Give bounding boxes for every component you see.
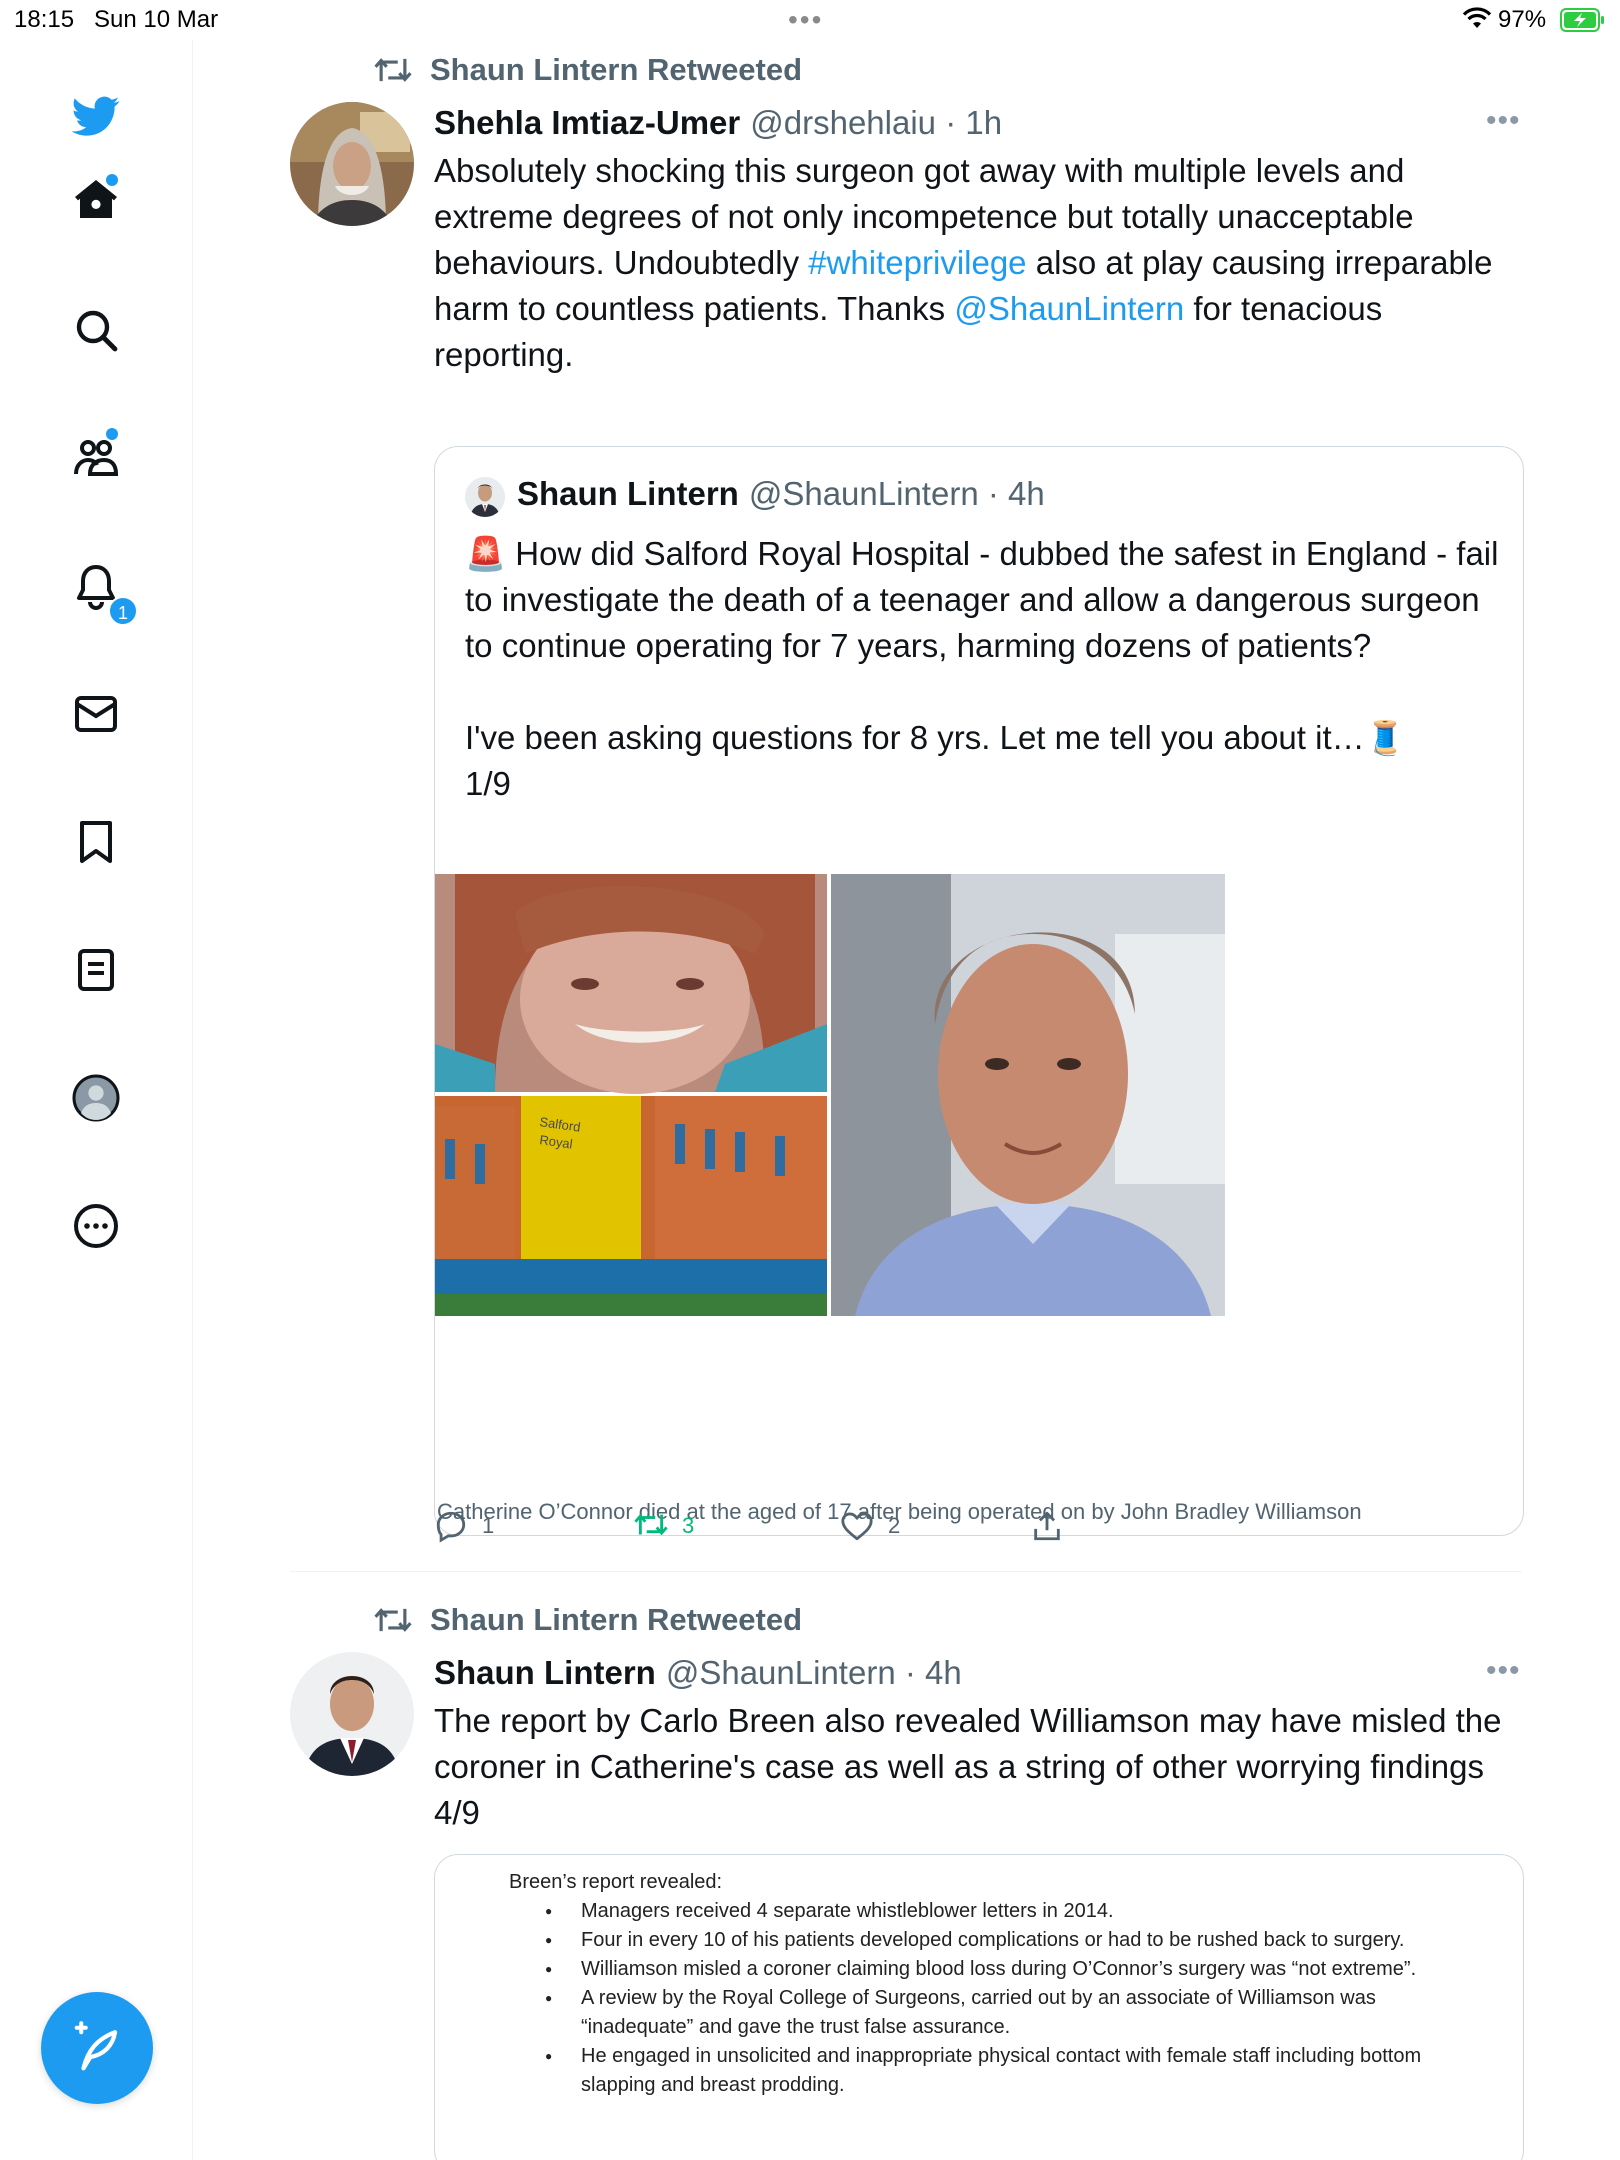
- home-unread-dot: [106, 174, 118, 186]
- more-icon[interactable]: [68, 1198, 124, 1254]
- reply-icon: [436, 1511, 466, 1543]
- reply-count: 1: [482, 1513, 495, 1538]
- tweet-actions: 1 3 2: [434, 1508, 1134, 1544]
- profile-icon[interactable]: [68, 1070, 124, 1126]
- tweet-more-icon[interactable]: •••: [1486, 1654, 1521, 1688]
- notifications-badge: 1: [108, 596, 138, 626]
- battery-percent: 97%: [1498, 6, 1547, 33]
- wifi-icon: [1462, 7, 1492, 28]
- retweet-context-icon: [374, 1608, 412, 1632]
- photo-catherine[interactable]: [435, 874, 827, 1094]
- retweet-count: 3: [682, 1513, 695, 1538]
- quote-author-handle-time[interactable]: @ShaunLintern · 4h: [749, 475, 1045, 513]
- tweet[interactable]: Shaun Lintern Retweeted Shaun Lintern @S…: [290, 1600, 1524, 2160]
- quote-avatar[interactable]: [465, 477, 505, 517]
- author-handle-time[interactable]: @ShaunLintern · 4h: [666, 1654, 962, 1692]
- avatar[interactable]: [290, 1652, 414, 1776]
- report-bullets: Managers received 4 separate whistleblow…: [545, 1897, 1425, 2100]
- photo-john-bradley-williamson[interactable]: [831, 874, 1225, 1316]
- retweet-context: Shaun Lintern Retweeted: [374, 1600, 802, 1640]
- report-bullet: Four in every 10 of his patients develop…: [545, 1926, 1425, 1955]
- report-bullet: A review by the Royal College of Surgeon…: [545, 1984, 1425, 2042]
- like-count: 2: [888, 1513, 901, 1538]
- report-bullet: Williamson misled a coroner claiming blo…: [545, 1955, 1425, 1984]
- bookmarks-icon[interactable]: [68, 814, 124, 870]
- lists-icon[interactable]: [68, 942, 124, 998]
- report-bullet: He engaged in unsolicited and inappropri…: [545, 2042, 1425, 2100]
- tweet-divider: [290, 1571, 1522, 1572]
- messages-icon[interactable]: [68, 686, 124, 742]
- quote-text: 🚨 How did Salford Royal Hospital - dubbe…: [465, 535, 1499, 802]
- quote-author-name[interactable]: Shaun Lintern: [517, 475, 739, 513]
- battery-icon: [1560, 8, 1604, 32]
- status-time: 18:15: [14, 6, 75, 33]
- tweet-text: Absolutely shocking this surgeon got awa…: [434, 148, 1524, 378]
- status-bar: 18:15 Sun 10 Mar ••• 97%: [0, 0, 1620, 40]
- author-name[interactable]: Shehla Imtiaz-Umer: [434, 104, 740, 142]
- communities-unread-dot: [106, 428, 118, 440]
- quote-header: Shaun Lintern @ShaunLintern · 4h: [517, 475, 1045, 513]
- share-icon: [1034, 1511, 1060, 1541]
- status-date: Sun 10 Mar: [94, 6, 219, 33]
- report-image[interactable]: Breen’s report revealed: Managers receiv…: [434, 1854, 1524, 2160]
- sidebar-nav: 1: [0, 40, 193, 2160]
- report-title: Breen’s report revealed:: [509, 1871, 723, 1893]
- author-handle-time[interactable]: @drshehlaiu · 1h: [750, 104, 1002, 142]
- retweet-button[interactable]: 3: [634, 1508, 694, 1544]
- tweet-more-icon[interactable]: •••: [1486, 104, 1521, 138]
- retweet-context-icon: [374, 58, 412, 82]
- hashtag-link[interactable]: #whiteprivilege: [808, 244, 1026, 281]
- compose-tweet-button[interactable]: [41, 1992, 153, 2104]
- tweet[interactable]: Shaun Lintern Retweeted Shehla Imtiaz-Um…: [290, 50, 1524, 1571]
- search-icon[interactable]: [68, 302, 124, 358]
- tweet-header: Shehla Imtiaz-Umer @drshehlaiu · 1h: [434, 104, 1002, 146]
- photo-salford-royal[interactable]: Salford Royal: [435, 1096, 827, 1316]
- avatar[interactable]: [290, 102, 414, 226]
- quote-tweet-card[interactable]: Shaun Lintern @ShaunLintern · 4h 🚨 How d…: [434, 446, 1524, 1536]
- author-name[interactable]: Shaun Lintern: [434, 1654, 656, 1692]
- retweet-label: Shaun Lintern Retweeted: [430, 52, 803, 87]
- report-bullet: Managers received 4 separate whistleblow…: [545, 1897, 1425, 1926]
- share-button[interactable]: [1030, 1508, 1064, 1544]
- like-button[interactable]: 2: [840, 1508, 900, 1544]
- twitter-bird-icon[interactable]: [68, 88, 124, 144]
- retweet-label: Shaun Lintern Retweeted: [430, 1602, 803, 1637]
- mention-link[interactable]: @ShaunLintern: [954, 290, 1184, 327]
- tweet-header: Shaun Lintern @ShaunLintern · 4h: [434, 1654, 962, 1696]
- retweet-icon: [634, 1513, 668, 1536]
- compose-tweet-icon: [74, 2021, 118, 2071]
- heart-icon: [841, 1512, 873, 1541]
- retweet-context: Shaun Lintern Retweeted: [374, 50, 802, 90]
- tweet-text: The report by Carlo Breen also revealed …: [434, 1702, 1502, 1831]
- multitasking-dots[interactable]: •••: [788, 4, 823, 36]
- reply-button[interactable]: 1: [434, 1508, 494, 1544]
- quote-media[interactable]: Salford Royal: [435, 874, 1523, 1484]
